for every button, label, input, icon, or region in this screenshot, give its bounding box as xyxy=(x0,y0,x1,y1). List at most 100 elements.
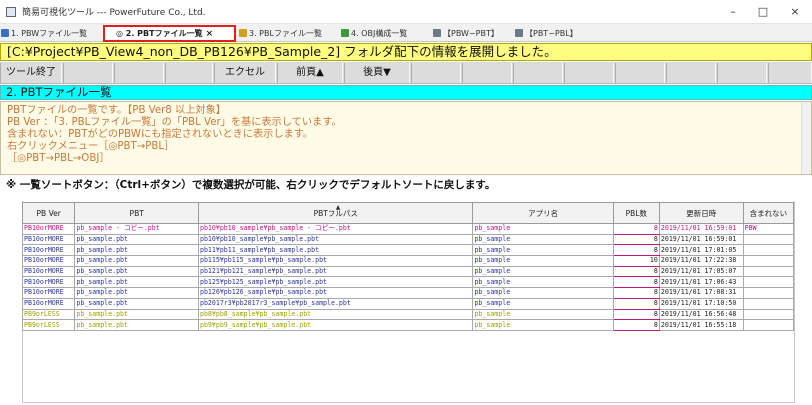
cell-pbt[interactable]: pb_sample.pbt xyxy=(74,297,199,310)
cell-app-name[interactable]: pb_sample xyxy=(472,265,614,278)
cell-not-included[interactable] xyxy=(742,265,795,278)
cell-not-included[interactable] xyxy=(742,276,795,289)
cell-app-name[interactable]: pb_sample xyxy=(472,244,614,257)
cell-updated[interactable]: 2019/11/01 17:06:43 xyxy=(658,276,744,289)
cell-not-included[interactable] xyxy=(742,287,795,299)
table-row[interactable]: PB10orMORE pb_sample - コピー.pbt pb10¥pb10_s… xyxy=(21,223,795,235)
column-header-pbt-fullpath[interactable]: ▲ PBTフルパス xyxy=(197,202,474,224)
cell-app-name[interactable]: pb_sample xyxy=(472,319,614,331)
cell-pbt[interactable]: pb_sample.pbt xyxy=(74,308,199,321)
cell-pbl-count[interactable]: 8 xyxy=(612,244,660,257)
cell-pbt-fullpath[interactable]: pb121¥pb121_sample¥pb_sample.pbt xyxy=(197,265,474,278)
excel-button[interactable]: エクセル xyxy=(214,63,276,83)
cell-pb-ver[interactable]: PB10orMORE xyxy=(21,287,76,299)
exit-tool-button[interactable]: ツール終了 xyxy=(0,63,62,83)
cell-app-name[interactable]: pb_sample xyxy=(472,255,614,267)
cell-pbt-fullpath[interactable]: pb10¥pb10_sample¥pb_sample - コピー.pbt xyxy=(197,223,474,235)
cell-not-included[interactable]: PBW xyxy=(742,223,795,235)
cell-pb-ver[interactable]: PB10orMORE xyxy=(21,244,76,257)
cell-updated[interactable]: 2019/11/01 17:10:50 xyxy=(658,297,744,310)
close-window-button[interactable]: × xyxy=(782,2,808,22)
cell-pbl-count[interactable]: 8 xyxy=(612,223,660,235)
cell-pbt-fullpath[interactable]: pb10¥pb10_sample¥pb_sample.pbt xyxy=(197,233,474,246)
cell-updated[interactable]: 2019/11/01 16:59:01 xyxy=(658,223,744,235)
cell-pb-ver[interactable]: PB10orMORE xyxy=(21,233,76,246)
cell-app-name[interactable]: pb_sample xyxy=(472,276,614,289)
tab-pbl-list[interactable]: 3. PBLファイル一覧 xyxy=(238,26,338,41)
cell-pbt-fullpath[interactable]: pb11¥pb11_sample¥pb_sample.pbt xyxy=(197,244,474,257)
maximize-button[interactable]: □ xyxy=(750,2,776,22)
cell-pbt[interactable]: pb_sample.pbt xyxy=(74,287,199,299)
cell-pbt-fullpath[interactable]: pb126¥pb126_sample¥pb_sample.pbt xyxy=(197,287,474,299)
cell-pbt[interactable]: pb_sample.pbt xyxy=(74,244,199,257)
cell-pbl-count[interactable]: 8 xyxy=(612,276,660,289)
tab-pbt-list[interactable]: ◎ 2. PBTファイル一覧 × xyxy=(103,25,236,42)
cell-pbl-count[interactable]: 10 xyxy=(612,255,660,267)
table-row[interactable]: PB10orMORE pb_sample.pbt pb11¥pb11_sample¥… xyxy=(21,244,795,257)
cell-updated[interactable]: 2019/11/01 16:56:48 xyxy=(658,308,744,321)
cell-not-included[interactable] xyxy=(742,233,795,246)
cell-pbt-fullpath[interactable]: pb9¥pb9_sample¥pb_sample.pbt xyxy=(197,319,474,331)
cell-pbl-count[interactable]: 8 xyxy=(612,265,660,278)
table-row[interactable]: PB9orLESS pb_sample.pbt pb8¥pb8_sample¥pb_… xyxy=(21,308,795,321)
cell-pb-ver[interactable]: PB10orMORE xyxy=(21,223,76,235)
table-row[interactable]: PB10orMORE pb_sample.pbt pb115¥pb115_sampl… xyxy=(21,255,795,267)
cell-pbt[interactable]: pb_sample.pbt xyxy=(74,255,199,267)
table-row[interactable]: PB9orLESS pb_sample.pbt pb9¥pb9_sample¥pb_… xyxy=(21,319,795,331)
cell-pb-ver[interactable]: PB9orLESS xyxy=(21,308,76,321)
minimize-button[interactable]: – xyxy=(720,2,746,22)
cell-app-name[interactable]: pb_sample xyxy=(472,308,614,321)
column-header-pbl-count[interactable]: PBL数 xyxy=(612,202,660,224)
prev-page-button[interactable]: 前頁▲ xyxy=(277,63,343,83)
column-header-pbt[interactable]: PBT xyxy=(74,202,199,224)
column-header-pb-ver[interactable]: PB Ver xyxy=(21,202,76,224)
cell-pbl-count[interactable]: 8 xyxy=(612,297,660,310)
cell-not-included[interactable] xyxy=(742,255,795,267)
cell-updated[interactable]: 2019/11/01 16:55:18 xyxy=(658,319,744,331)
cell-pb-ver[interactable]: PB10orMORE xyxy=(21,255,76,267)
cell-not-included[interactable] xyxy=(742,319,795,331)
table-row[interactable]: PB10orMORE pb_sample.pbt pb2017r3¥pb2017r3… xyxy=(21,297,795,310)
tab-pbw-pbt[interactable]: 【PBW−PBT】 xyxy=(432,26,512,41)
cell-app-name[interactable]: pb_sample xyxy=(472,223,614,235)
cell-updated[interactable]: 2019/11/01 16:59:01 xyxy=(658,233,744,246)
cell-app-name[interactable]: pb_sample xyxy=(472,297,614,310)
table-row[interactable]: PB10orMORE pb_sample.pbt pb121¥pb121_sampl… xyxy=(21,265,795,278)
table-row[interactable]: PB10orMORE pb_sample.pbt pb125¥pb125_sampl… xyxy=(21,276,795,289)
cell-pb-ver[interactable]: PB9orLESS xyxy=(21,319,76,331)
cell-pbt[interactable]: pb_sample.pbt xyxy=(74,265,199,278)
description-scrollbar[interactable] xyxy=(801,102,811,174)
next-page-button[interactable]: 後頁▼ xyxy=(344,63,410,83)
cell-updated[interactable]: 2019/11/01 17:01:05 xyxy=(658,244,744,257)
cell-pbt-fullpath[interactable]: pb115¥pb115_sample¥pb_sample.pbt xyxy=(197,255,474,267)
cell-not-included[interactable] xyxy=(742,244,795,257)
cell-pbt[interactable]: pb_sample.pbt xyxy=(74,319,199,331)
column-header-not-included[interactable]: 含まれない xyxy=(742,202,795,224)
cell-pb-ver[interactable]: PB10orMORE xyxy=(21,265,76,278)
cell-pb-ver[interactable]: PB10orMORE xyxy=(21,297,76,310)
cell-pbl-count[interactable]: 8 xyxy=(612,319,660,331)
cell-pbt-fullpath[interactable]: pb2017r3¥pb2017r3_sample¥pb_sample.pbt xyxy=(197,297,474,310)
cell-pbt-fullpath[interactable]: pb8¥pb8_sample¥pb_sample.pbt xyxy=(197,308,474,321)
cell-pb-ver[interactable]: PB10orMORE xyxy=(21,276,76,289)
cell-pbl-count[interactable]: 8 xyxy=(612,308,660,321)
cell-pbt[interactable]: pb_sample.pbt xyxy=(74,276,199,289)
cell-updated[interactable]: 2019/11/01 17:05:07 xyxy=(658,265,744,278)
table-row[interactable]: PB10orMORE pb_sample.pbt pb10¥pb10_sample¥… xyxy=(21,233,795,246)
cell-not-included[interactable] xyxy=(742,297,795,310)
column-header-updated[interactable]: 更新日時 xyxy=(658,202,744,224)
cell-updated[interactable]: 2019/11/01 17:22:38 xyxy=(658,255,744,267)
tab-pbw-list[interactable]: 1. PBWファイル一覧 xyxy=(0,26,102,41)
cell-app-name[interactable]: pb_sample xyxy=(472,233,614,246)
tab-close-icon[interactable]: × xyxy=(206,29,214,39)
tab-pbt-pbl[interactable]: 【PBT−PBL】 xyxy=(514,26,596,41)
cell-pbl-count[interactable]: 8 xyxy=(612,287,660,299)
cell-pbt-fullpath[interactable]: pb125¥pb125_sample¥pb_sample.pbt xyxy=(197,276,474,289)
cell-app-name[interactable]: pb_sample xyxy=(472,287,614,299)
table-row[interactable]: PB10orMORE pb_sample.pbt pb126¥pb126_sampl… xyxy=(21,287,795,299)
column-header-app-name[interactable]: アプリ名 xyxy=(472,202,614,224)
cell-not-included[interactable] xyxy=(742,308,795,321)
tab-obj-structure[interactable]: 4. OBJ構成一覧 xyxy=(340,26,430,41)
cell-pbl-count[interactable]: 8 xyxy=(612,233,660,246)
cell-updated[interactable]: 2019/11/01 17:08:31 xyxy=(658,287,744,299)
